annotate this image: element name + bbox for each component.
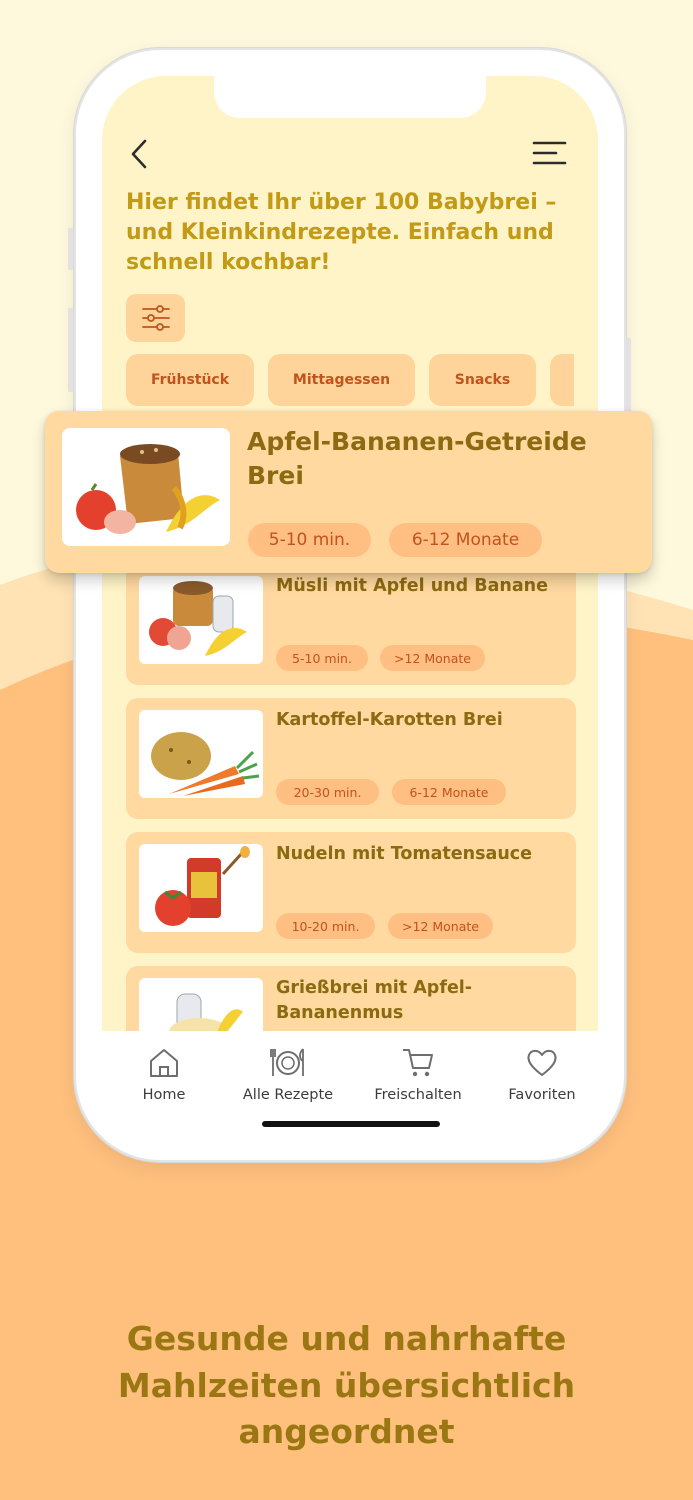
featured-time-tag: 5-10 min. <box>248 523 371 557</box>
tab-label: Freischalten <box>374 1087 462 1103</box>
pasta-tomato-illustration <box>155 846 250 926</box>
recipe-image <box>139 710 263 798</box>
recipe-image <box>139 844 263 932</box>
recipe-card[interactable]: Nudeln mit Tomatensauce 10-20 min. >12 M… <box>126 832 576 953</box>
cart-icon <box>403 1049 433 1077</box>
time-tag: 10-20 min. <box>276 913 375 939</box>
recipe-title: Müsli mit Apfel und Banane <box>276 576 548 596</box>
menu-button[interactable] <box>532 138 568 168</box>
age-tag: 6-12 Monate <box>392 779 506 805</box>
category-chip-snacks[interactable]: Snacks <box>429 354 536 406</box>
home-indicator <box>262 1121 440 1127</box>
time-tag: 5-10 min. <box>276 645 368 671</box>
potato-carrot-illustration <box>151 732 260 796</box>
tagline-line: angeordnet <box>238 1412 455 1451</box>
hamburger-menu-icon <box>532 141 567 165</box>
marketing-tagline: Gesunde und nahrhafte Mahlzeiten übersic… <box>0 1316 693 1456</box>
plate-cutlery-icon <box>270 1048 304 1076</box>
tab-label: Favoriten <box>508 1087 576 1103</box>
tagline-line: Gesunde und nahrhafte <box>126 1319 567 1358</box>
age-tag: >12 Monate <box>380 645 485 671</box>
sliders-icon <box>141 305 170 331</box>
category-chip-more[interactable] <box>550 354 574 406</box>
chevron-left-icon <box>131 139 147 169</box>
tab-alle-rezepte[interactable]: Alle Rezepte <box>226 1031 350 1121</box>
featured-recipe-title: Apfel-Bananen-Getreide Brei <box>247 427 587 490</box>
filter-button[interactable] <box>126 294 185 342</box>
category-chip-mittagessen[interactable]: Mittagessen <box>268 354 415 406</box>
porridge-illustration <box>76 444 220 534</box>
featured-recipe-image <box>62 428 230 546</box>
notch <box>214 76 486 118</box>
tab-home[interactable]: Home <box>102 1031 226 1121</box>
tab-label: Alle Rezepte <box>242 1087 334 1103</box>
featured-age-tag: 6-12 Monate <box>389 523 542 557</box>
phone-frame: Hier findet Ihr über 100 Babybrei – und … <box>68 48 631 1162</box>
home-icon <box>150 1049 178 1077</box>
category-chip-fruehstueck[interactable]: Frühstück <box>126 354 254 406</box>
time-tag: 20-30 min. <box>276 779 379 805</box>
recipe-title: Kartoffel-Karotten Brei <box>276 710 503 730</box>
page-headline: Hier findet Ihr über 100 Babybrei – und … <box>126 190 557 275</box>
recipe-card[interactable]: Kartoffel-Karotten Brei 20-30 min. 6-12 … <box>126 698 576 819</box>
tab-label: Home <box>142 1087 186 1103</box>
recipe-title: Grießbrei mit Apfel-Bananenmus <box>276 978 473 1023</box>
featured-recipe-card[interactable]: Apfel-Bananen-Getreide Brei 5-10 min. 6-… <box>45 411 652 573</box>
back-button[interactable] <box>126 136 156 172</box>
recipe-image <box>139 576 263 664</box>
recipe-card[interactable]: Müsli mit Apfel und Banane 5-10 min. >12… <box>126 564 576 685</box>
tab-freischalten[interactable]: Freischalten <box>356 1031 480 1121</box>
heart-icon <box>527 1049 557 1076</box>
muesli-illustration <box>149 581 247 656</box>
tab-favoriten[interactable]: Favoriten <box>480 1031 598 1121</box>
app-screen: Hier findet Ihr über 100 Babybrei – und … <box>102 76 598 1136</box>
recipe-title: Nudeln mit Tomatensauce <box>276 844 533 864</box>
side-button <box>68 228 73 270</box>
side-button <box>68 308 73 392</box>
category-chips: Frühstück Mittagessen Snacks <box>126 354 574 408</box>
tagline-line: Mahlzeiten übersichtlich <box>117 1365 576 1405</box>
age-tag: >12 Monate <box>388 913 493 939</box>
